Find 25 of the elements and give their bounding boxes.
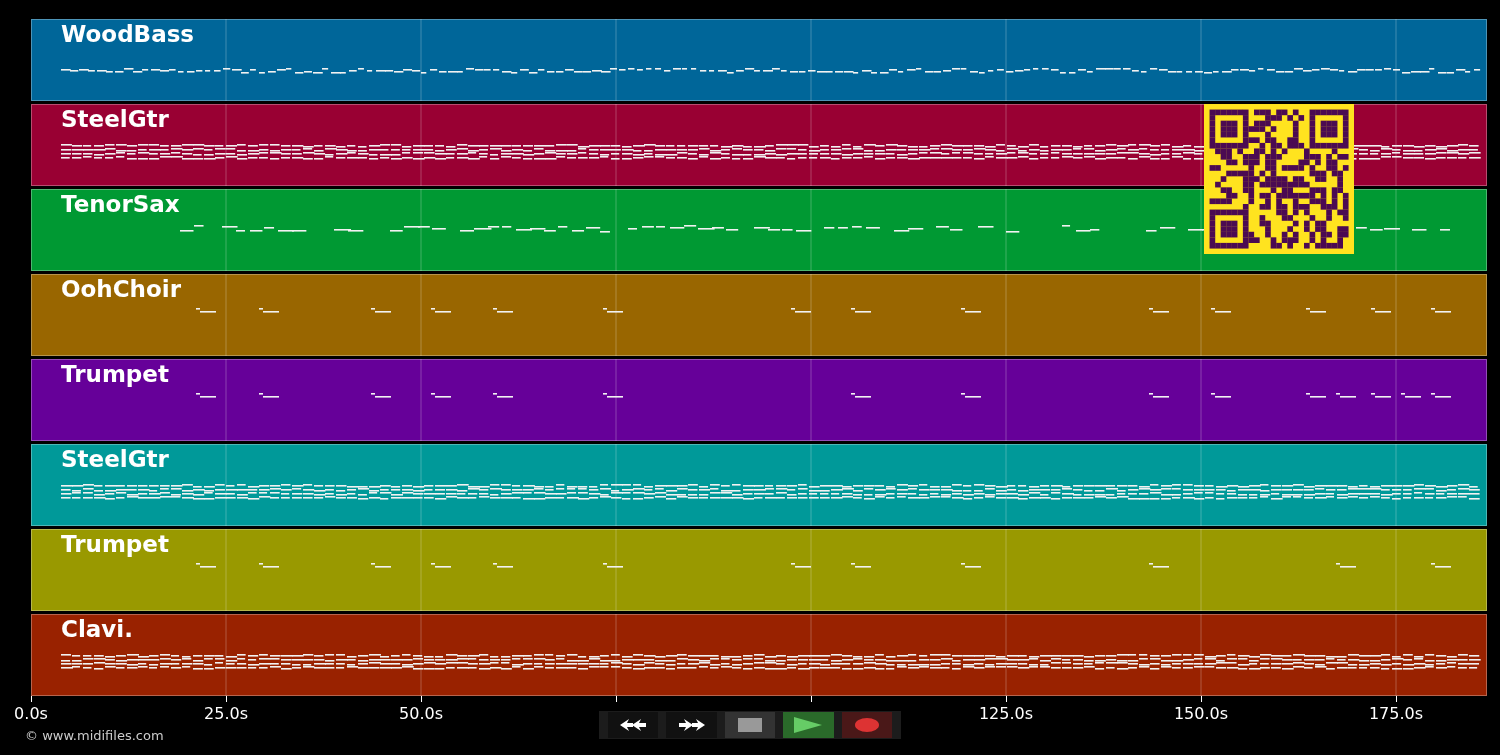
axis-label: 125.0s — [978, 704, 1034, 723]
forward-button[interactable] — [666, 712, 717, 738]
track-name: OohChoir — [61, 276, 181, 302]
track-name: Trumpet — [61, 531, 169, 557]
axis-label: 50.0s — [399, 704, 443, 723]
track-name: Clavi. — [61, 616, 133, 642]
play-icon — [794, 717, 823, 733]
stop-icon — [738, 718, 762, 732]
axis-label: 175.0s — [1368, 704, 1424, 723]
play-button[interactable] — [783, 712, 834, 738]
track-name: SteelGtr — [61, 446, 169, 472]
stop-button[interactable] — [724, 712, 776, 738]
record-button[interactable] — [841, 712, 893, 738]
track-name: Trumpet — [61, 361, 169, 387]
record-icon — [854, 718, 879, 732]
rewind-icon — [619, 718, 648, 732]
copyright-text: © www.midifiles.com — [25, 728, 164, 743]
axis-label: 0.0s — [14, 704, 48, 723]
rewind-button[interactable] — [608, 712, 659, 738]
axis-label: 150.0s — [1173, 704, 1229, 723]
axis-label: 25.0s — [204, 704, 248, 723]
fast-forward-icon — [677, 718, 706, 732]
track-name: WoodBass — [61, 21, 195, 47]
track-name: SteelGtr — [61, 106, 169, 132]
track-name: TenorSax — [61, 191, 180, 217]
